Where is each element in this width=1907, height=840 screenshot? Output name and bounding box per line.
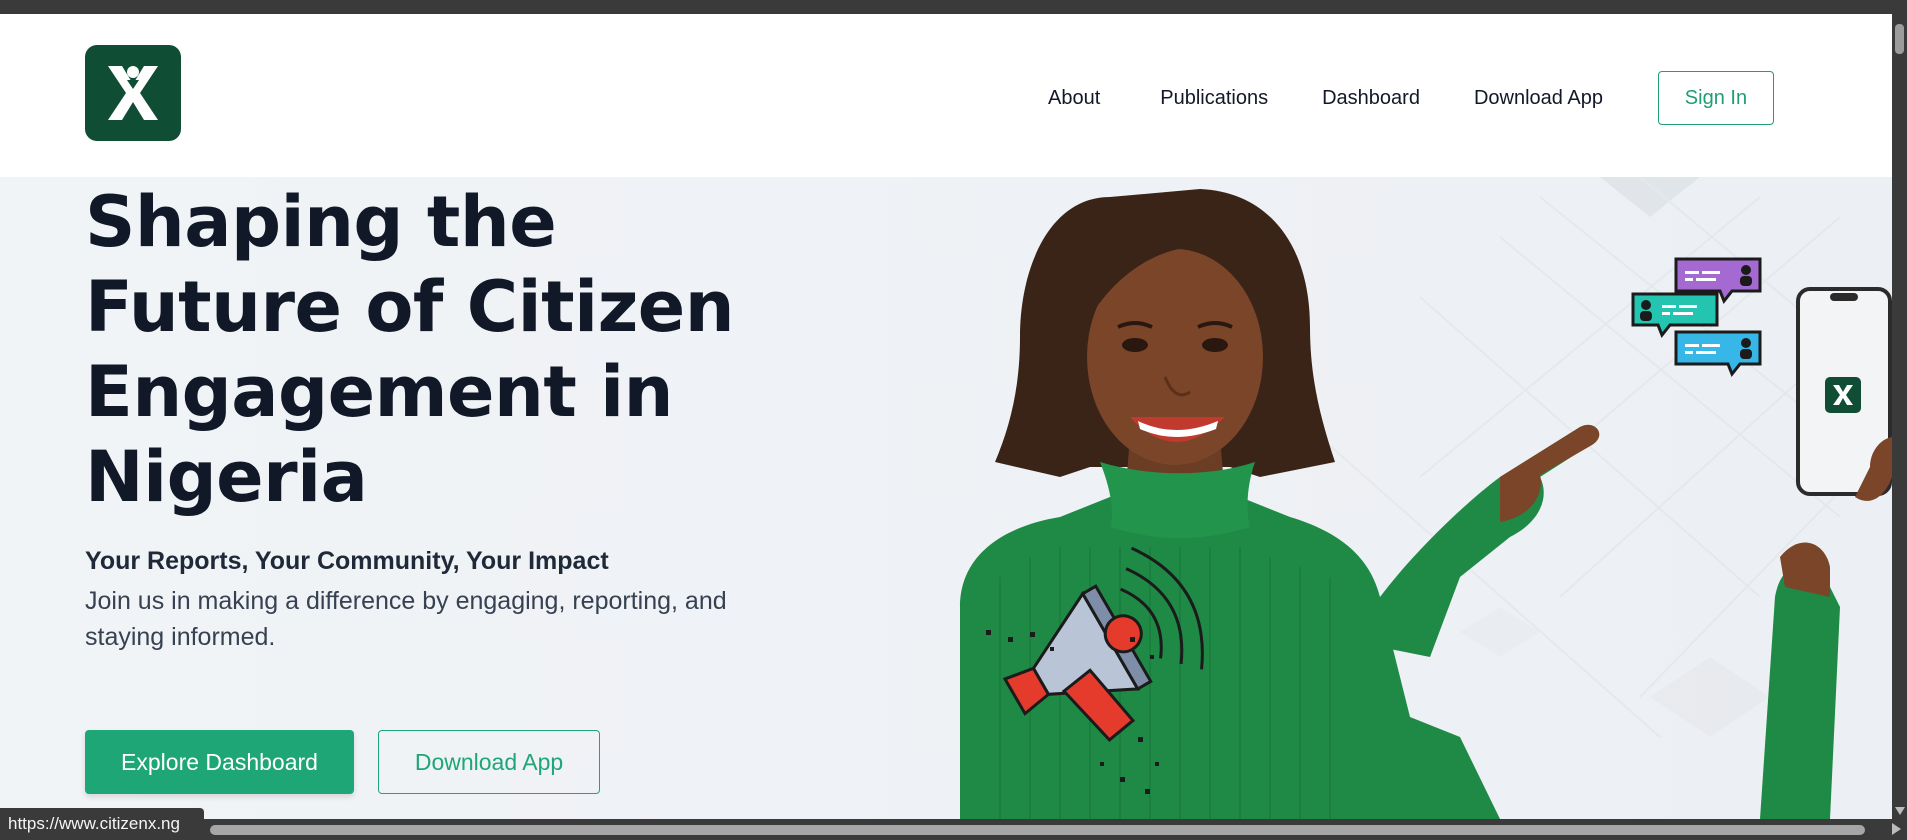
nav-about[interactable]: About xyxy=(1048,87,1100,110)
hero-section: Shaping the Future of Citizen Engagement… xyxy=(0,176,1892,819)
browser-top-bar xyxy=(0,0,1907,14)
logo-mark-icon xyxy=(108,66,158,120)
hero-description: Join us in making a difference by engagi… xyxy=(85,587,727,651)
explore-dashboard-button[interactable]: Explore Dashboard xyxy=(85,730,354,794)
hero-tagline: Your Reports, Your Community, Your Impac… xyxy=(85,547,609,575)
phone-mockup-icon xyxy=(1796,287,1892,501)
page-viewport: About Publications Dashboard Download Ap… xyxy=(0,14,1892,819)
chat-bubbles-icon xyxy=(1631,257,1762,377)
link-status-url: https://www.citizenx.ng xyxy=(0,808,204,840)
vertical-scroll-thumb[interactable] xyxy=(1895,24,1904,54)
nav-publications[interactable]: Publications xyxy=(1160,87,1268,110)
nav-download-app[interactable]: Download App xyxy=(1474,87,1603,110)
hero-illustration xyxy=(940,176,1892,819)
citizenx-logo-icon[interactable] xyxy=(85,45,181,141)
sign-in-button[interactable]: Sign In xyxy=(1657,71,1774,125)
hero-title: Shaping the Future of Citizen Engagement… xyxy=(85,181,735,518)
site-header: About Publications Dashboard Download Ap… xyxy=(0,14,1892,177)
scroll-down-arrow-icon[interactable] xyxy=(1895,807,1905,815)
nav-dashboard[interactable]: Dashboard xyxy=(1322,87,1420,110)
vertical-scrollbar[interactable] xyxy=(1892,14,1907,819)
horizontal-scrollbar[interactable] xyxy=(0,819,1907,840)
scroll-right-arrow-icon[interactable] xyxy=(1892,823,1901,835)
horizontal-scroll-thumb[interactable] xyxy=(210,825,1865,835)
download-app-button[interactable]: Download App xyxy=(378,730,600,794)
main-nav: About Publications Dashboard Download Ap… xyxy=(1048,70,1774,126)
